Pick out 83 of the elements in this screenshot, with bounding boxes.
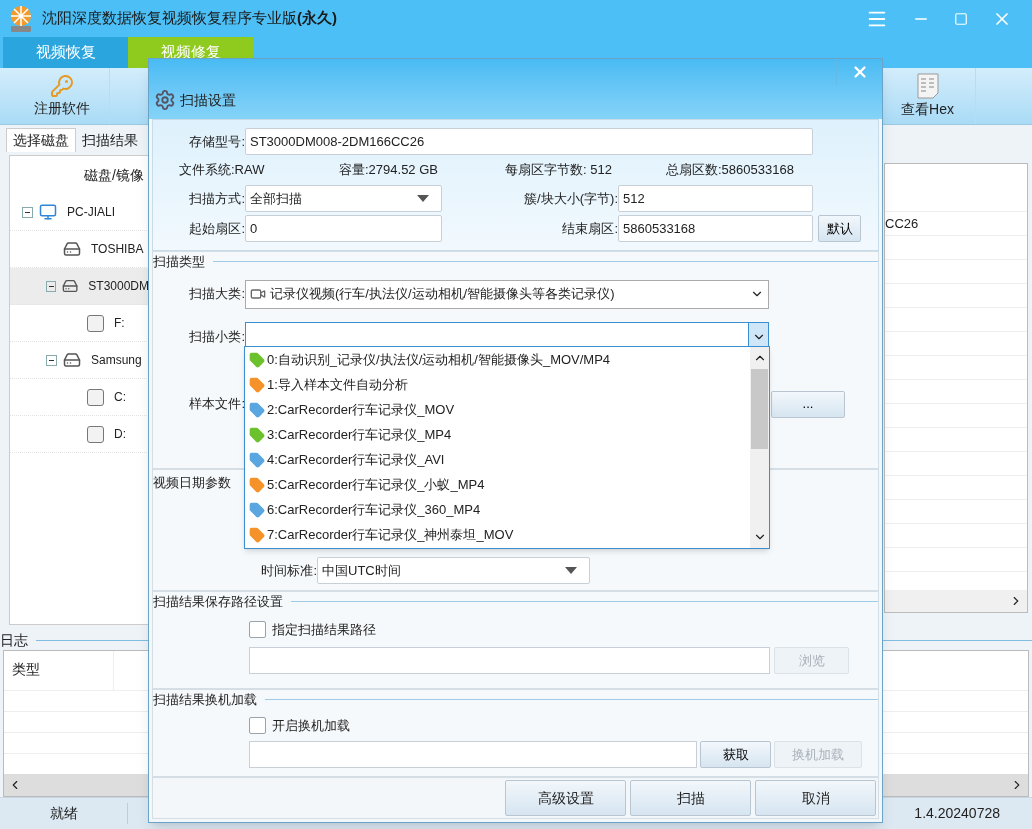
drive-icon — [87, 314, 104, 332]
hard-drive-icon — [62, 277, 79, 295]
dropdown-option[interactable]: 5:CarRecorder行车记录仪_小蚁_MP4 — [245, 472, 750, 497]
column-header: 磁盘/镜像 — [83, 165, 145, 185]
field-label: 扫描大类: — [188, 285, 245, 304]
maximize-icon[interactable] — [954, 11, 968, 26]
storage-model-field[interactable]: ST3000DM008-2DM166CC26 — [245, 128, 813, 155]
collapse-icon[interactable] — [46, 354, 57, 366]
dialog-button[interactable]: 扫描 — [630, 780, 751, 816]
panel-tab[interactable]: 选择磁盘 — [6, 128, 76, 152]
log-title: 日志 — [0, 630, 28, 650]
start-sector-field[interactable]: 0 — [245, 215, 442, 242]
tree-label: Samsung — [91, 352, 142, 369]
tree-label: D: — [114, 426, 126, 443]
tree-item[interactable]: ST3000DM — [10, 268, 149, 305]
settings-icon — [154, 89, 176, 111]
info-text: 文件系统:RAW — [179, 161, 266, 180]
dropdown-option[interactable]: 1:导入样本文件自动分析 — [245, 372, 750, 397]
version-text: 1.4.20240728 — [914, 804, 1000, 823]
field-label: 扫描小类: — [188, 328, 245, 347]
save-path-field[interactable] — [249, 647, 770, 674]
collapse-icon[interactable] — [22, 206, 33, 218]
category-select[interactable]: 记录仪视频(行车/执法仪/运动相机/智能摄像头等各类记录仪) — [245, 279, 769, 309]
browse-sample-button[interactable]: ... — [771, 390, 845, 418]
column-header: 类型 — [4, 651, 114, 690]
field-label: 样本文件: — [188, 395, 245, 414]
fetch-button[interactable]: 获取 — [700, 741, 771, 768]
dropdown-arrow-icon — [565, 567, 577, 574]
dropdown-option[interactable]: 3:CarRecorder行车记录仪_MP4 — [245, 422, 750, 447]
field-label: 存储型号: — [188, 132, 245, 151]
transfer-path-field[interactable] — [249, 741, 697, 768]
field-label: 簇/块大小(字节): — [523, 189, 618, 208]
tree-label: TOSHIBA — [91, 241, 144, 258]
default-button[interactable]: 默认 — [818, 215, 861, 242]
checkbox[interactable] — [249, 716, 266, 734]
dropdown-option[interactable]: 2:CarRecorder行车记录仪_MOV — [245, 397, 750, 422]
cluster-size-field[interactable]: 512 — [618, 185, 813, 212]
field-label: 时间标准: — [260, 561, 317, 580]
checkbox-label: 指定扫描结果路径 — [272, 620, 376, 639]
dropdown-option[interactable]: 0:自动识别_记录仪/执法仪/运动相机/智能摄像头_MOV/MP4 — [245, 347, 750, 372]
horizontal-scrollbar[interactable] — [885, 590, 1027, 612]
dialog-button[interactable]: 取消 — [755, 780, 876, 816]
checkbox[interactable] — [249, 620, 266, 638]
dialog-button[interactable]: 高级设置 — [505, 780, 626, 816]
status-text: 就绪 — [0, 803, 128, 824]
dropdown-option[interactable]: 7:CarRecorder行车记录仪_神州泰坦_MOV — [245, 522, 750, 547]
end-sector-field[interactable]: 5860533168 — [618, 215, 813, 242]
tree-label: PC-JIALI — [67, 204, 115, 221]
section-title: 视频日期参数 — [153, 474, 231, 492]
tree-label: ST3000DM — [88, 278, 149, 295]
field-label: 起始扇区: — [188, 219, 245, 238]
info-text: 每扇区字节数: 512 — [505, 161, 613, 180]
drive-icon — [87, 388, 104, 406]
collapse-icon[interactable] — [46, 280, 57, 292]
dropdown-option[interactable]: 6:CarRecorder行车记录仪_360_MP4 — [245, 497, 750, 522]
field-label: 结束扇区: — [561, 219, 618, 238]
vertical-scrollbar[interactable] — [750, 347, 769, 548]
toolbar-button[interactable]: 注册软件 — [14, 68, 110, 124]
list-cell: CC26 — [885, 212, 1027, 236]
window-title: 沈阳深度数据恢复视频恢复程序专业版(永久) — [42, 8, 338, 29]
dropdown-option[interactable]: 4:CarRecorder行车记录仪_AVI — [245, 447, 750, 472]
section-title: 扫描结果换机加载 — [153, 691, 257, 709]
app-logo-icon — [8, 4, 34, 33]
field-label: 扫描方式: — [188, 189, 245, 208]
recorder-icon — [250, 286, 266, 302]
hex-document-icon — [916, 72, 939, 99]
panel-tab[interactable]: 扫描结果 — [76, 128, 144, 152]
drive-icon — [87, 425, 104, 443]
hard-drive-icon — [63, 351, 81, 369]
tree-label: F: — [114, 315, 125, 332]
section-title: 扫描类型 — [153, 253, 205, 271]
computer-icon — [39, 203, 57, 221]
dropdown-arrow-icon — [417, 195, 429, 202]
section-title: 扫描结果保存路径设置 — [153, 593, 283, 611]
dialog-title: 扫描设置 — [180, 90, 236, 110]
scan-mode-select[interactable]: 全部扫描 — [245, 185, 442, 212]
hard-drive-icon — [63, 240, 81, 258]
key-icon — [49, 73, 74, 98]
tree-label: C: — [114, 389, 126, 406]
info-text: 总扇区数:5860533168 — [666, 161, 794, 180]
info-text: 容量:2794.52 GB — [339, 161, 439, 180]
time-standard-select[interactable]: 中国UTC时间 — [317, 557, 590, 584]
checkbox-label: 开启换机加载 — [272, 716, 350, 735]
